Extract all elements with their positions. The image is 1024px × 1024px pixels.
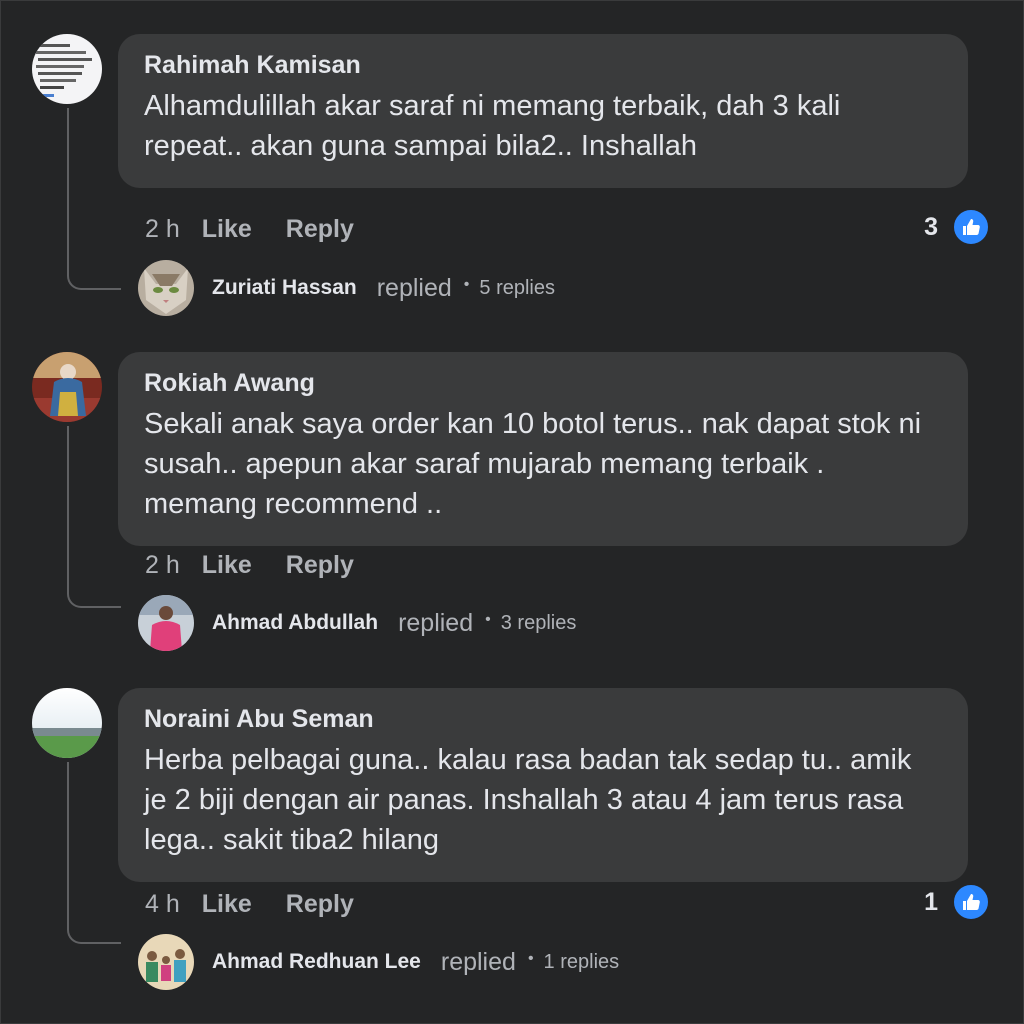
comment-item: Noraini Abu Seman Herba pelbagai guna.. …: [0, 688, 1024, 1018]
comment-actions: 4 h Like Reply: [145, 884, 388, 924]
reply-preview[interactable]: Zuriati Hassan replied • 5 replies: [138, 260, 555, 316]
reply-author[interactable]: Zuriati Hassan: [212, 276, 357, 300]
person-pink-avatar: [138, 595, 194, 651]
comment-text: Herba pelbagai guna.. kalau rasa badan t…: [144, 744, 912, 856]
separator-dot: •: [463, 276, 470, 293]
replied-label: replied: [398, 608, 474, 637]
separator-dot: •: [527, 950, 534, 967]
replied-label: replied: [376, 273, 452, 302]
reply-author[interactable]: Ahmad Redhuan Lee: [212, 950, 421, 974]
like-button[interactable]: Like: [202, 551, 252, 580]
comment-time[interactable]: 2 h: [145, 215, 180, 244]
family-avatar: [138, 934, 194, 990]
reaction-summary[interactable]: 1: [924, 882, 990, 922]
separator-dot: •: [485, 611, 491, 628]
replies-count: 1 replies: [543, 950, 620, 973]
reply-button[interactable]: Reply: [286, 890, 354, 919]
comment-time[interactable]: 2 h: [145, 551, 180, 580]
reply-author[interactable]: Ahmad Abdullah: [212, 611, 378, 635]
text-image-avatar[interactable]: [32, 34, 102, 104]
comment-bubble: Noraini Abu Seman Herba pelbagai guna.. …: [118, 688, 968, 882]
like-icon: [952, 883, 990, 921]
reaction-count: 1: [924, 887, 938, 916]
comment-item: Rahimah Kamisan Alhamdulillah akar saraf…: [0, 34, 1024, 364]
comment-text: Sekali anak saya order kan 10 botol teru…: [144, 408, 922, 520]
thread-connector: [67, 108, 121, 290]
comment-bubble: Rahimah Kamisan Alhamdulillah akar saraf…: [118, 34, 968, 188]
comment-actions: 2 h Like Reply: [145, 209, 388, 249]
reply-preview[interactable]: Ahmad Abdullah replied • 3 replies: [138, 595, 576, 651]
comment-item: Rokiah Awang Sekali anak saya order kan …: [0, 352, 1024, 682]
replied-label: replied: [440, 947, 516, 976]
comment-actions: 2 h Like Reply: [145, 545, 388, 585]
reply-preview[interactable]: Ahmad Redhuan Lee replied • 1 replies: [138, 934, 619, 990]
comment-bubble: Rokiah Awang Sekali anak saya order kan …: [118, 352, 968, 546]
reaction-count: 3: [924, 212, 938, 241]
replies-count: 5 replies: [479, 276, 555, 299]
comment-author[interactable]: Rahimah Kamisan: [144, 50, 942, 80]
like-button[interactable]: Like: [202, 890, 252, 919]
landscape-avatar[interactable]: [32, 688, 102, 758]
woman-avatar[interactable]: [32, 352, 102, 422]
comment-author[interactable]: Rokiah Awang: [144, 368, 942, 398]
comment-time[interactable]: 4 h: [145, 890, 180, 919]
cat-avatar: [138, 260, 194, 316]
reaction-summary[interactable]: 3: [924, 207, 990, 247]
like-button[interactable]: Like: [202, 215, 252, 244]
comment-text: Alhamdulillah akar saraf ni memang terba…: [144, 90, 841, 162]
like-icon: [952, 208, 990, 246]
thread-connector: [67, 426, 121, 608]
replies-count: 3 replies: [500, 611, 577, 634]
thread-connector: [67, 762, 121, 944]
reply-button[interactable]: Reply: [286, 551, 354, 580]
reply-button[interactable]: Reply: [286, 215, 354, 244]
comment-author[interactable]: Noraini Abu Seman: [144, 704, 942, 734]
